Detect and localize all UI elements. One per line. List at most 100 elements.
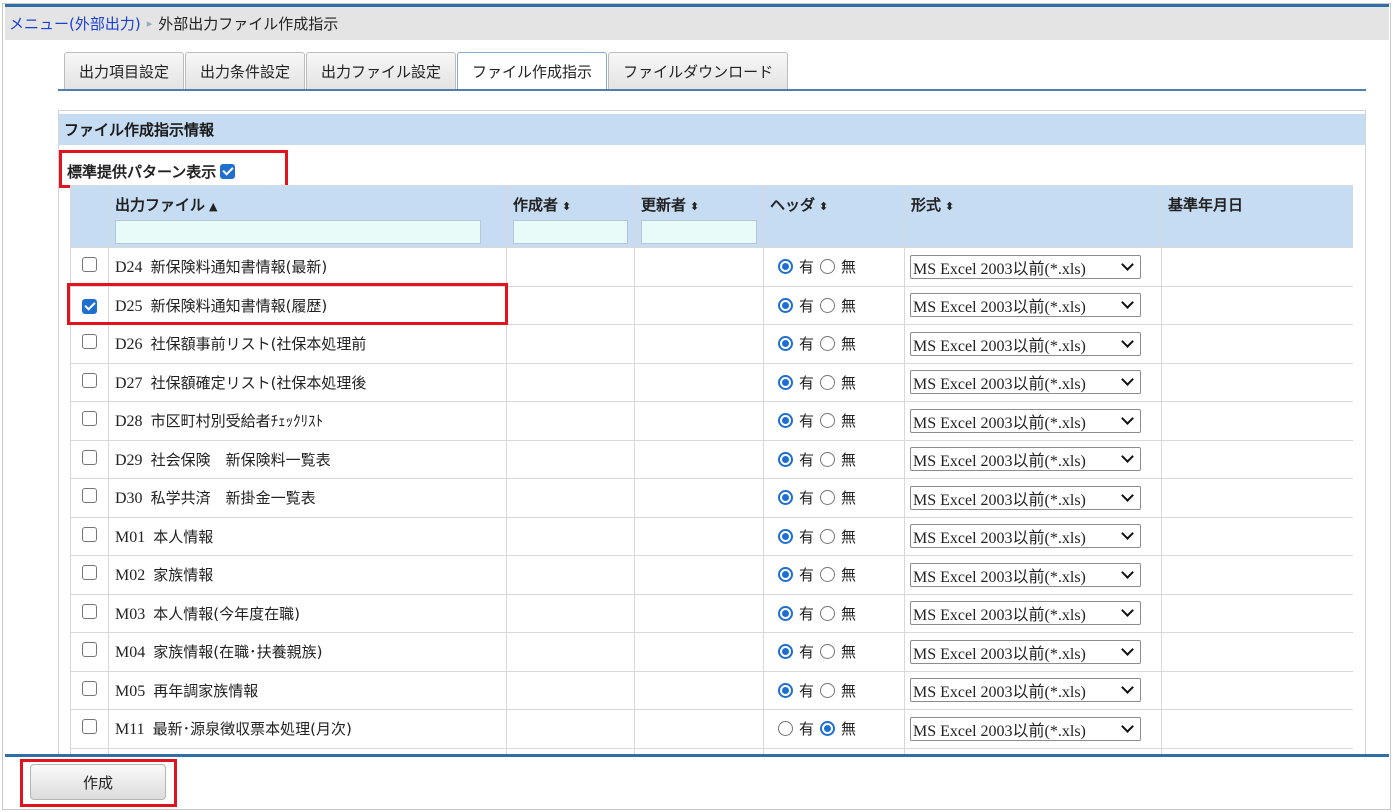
format-select[interactable]: MS Excel 2003以前(*.xls) xyxy=(910,639,1141,664)
row-select-checkbox[interactable] xyxy=(82,449,97,465)
header-yes-radio[interactable] xyxy=(778,682,793,698)
header-no-radio[interactable] xyxy=(820,336,836,352)
sort-icon: ⬍ xyxy=(819,200,829,213)
header-no-radio[interactable] xyxy=(820,528,836,544)
header-no-label: 無 xyxy=(841,604,857,623)
header-no-radio[interactable] xyxy=(820,644,836,660)
tab-file-creation[interactable]: ファイル作成指示 xyxy=(457,52,608,90)
row-select-checkbox[interactable] xyxy=(82,526,97,542)
format-select[interactable]: MS Excel 2003以前(*.xls) xyxy=(910,485,1141,510)
header-no-radio[interactable] xyxy=(820,490,836,506)
format-select[interactable]: MS Excel 2003以前(*.xls) xyxy=(910,524,1141,549)
filter-output-file-input[interactable] xyxy=(115,220,481,244)
header-yes-radio[interactable] xyxy=(778,567,793,583)
table-row[interactable]: D29 社会保険 新保険料一覧表 有 無 MS Excel 2003以前(*.xl… xyxy=(70,439,1353,479)
row-file-cell: D28 市区町村別受給者ﾁｪｯｸﾘｽﾄ xyxy=(108,401,507,441)
row-select-checkbox[interactable] xyxy=(82,719,97,735)
row-file-cell: M04 家族情報(在職･扶養親族) xyxy=(108,632,507,672)
section-title: ファイル作成指示情報 xyxy=(59,114,1365,145)
table-row[interactable]: D24 新保険料通知書情報(最新) 有 無 MS Excel 2003以前(*.x… xyxy=(70,247,1353,287)
file-table-container[interactable]: 出力ファイル ▲ 作成者 ⬍ 更新者 ⬍ ヘッダ ⬍ 形式 ⬍ 基準年月日 D2… xyxy=(70,185,1353,755)
tab-output-items[interactable]: 出力項目設定 xyxy=(64,52,185,90)
table-row[interactable]: D27 社保額確定リスト(社保本処理後 有 無 MS Excel 2003以前(*… xyxy=(70,362,1353,402)
format-select-value: MS Excel 2003以前(*.xls) xyxy=(913,299,1086,317)
row-select-checkbox[interactable] xyxy=(82,603,97,619)
header-no-radio[interactable] xyxy=(820,413,836,429)
format-select[interactable]: MS Excel 2003以前(*.xls) xyxy=(910,293,1141,318)
tab-output-file-settings[interactable]: 出力ファイル設定 xyxy=(306,52,457,90)
row-creator-cell xyxy=(506,555,635,595)
format-select[interactable]: MS Excel 2003以前(*.xls) xyxy=(910,254,1141,279)
table-row[interactable]: M04 家族情報(在職･扶養親族) 有 無 MS Excel 2003以前(*.x… xyxy=(70,632,1353,672)
header-format[interactable]: 形式 ⬍ xyxy=(904,185,1162,248)
header-yes-radio[interactable] xyxy=(778,721,793,737)
row-select-cell xyxy=(70,401,109,441)
table-row[interactable]: M11 最新･源泉徴収票本処理(月次) 有 無 MS Excel 2003以前(*… xyxy=(70,709,1353,749)
header-no-radio[interactable] xyxy=(820,297,836,313)
header-yes-radio[interactable] xyxy=(778,644,793,660)
header-yes-radio[interactable] xyxy=(778,605,793,621)
header-radio-group: 有 無 xyxy=(770,333,898,354)
chevron-down-icon xyxy=(1121,527,1134,541)
header-no-radio[interactable] xyxy=(820,374,836,390)
table-row[interactable]: M03 本人情報(今年度在職) 有 無 MS Excel 2003以前(*.xls… xyxy=(70,593,1353,633)
format-select[interactable]: MS Excel 2003以前(*.xls) xyxy=(910,562,1141,587)
row-select-checkbox[interactable] xyxy=(82,488,97,504)
table-row[interactable]: D26 社保額事前リスト(社保本処理前 有 無 MS Excel 2003以前(*… xyxy=(70,324,1353,364)
header-no-label: 無 xyxy=(841,450,857,469)
format-select[interactable]: MS Excel 2003以前(*.xls) xyxy=(910,331,1141,356)
row-select-checkbox[interactable] xyxy=(82,680,97,696)
header-no-radio[interactable] xyxy=(820,721,836,737)
row-updater-cell xyxy=(634,593,764,633)
header-updater[interactable]: 更新者 ⬍ xyxy=(634,185,764,248)
table-row[interactable]: D30 私学共済 新掛金一覧表 有 無 MS Excel 2003以前(*.xls… xyxy=(70,478,1353,518)
row-updater-cell xyxy=(634,362,764,402)
row-file-cell: D26 社保額事前リスト(社保本処理前 xyxy=(108,324,507,364)
row-select-cell xyxy=(70,516,109,556)
header-yes-radio[interactable] xyxy=(778,259,793,275)
header-creator[interactable]: 作成者 ⬍ xyxy=(506,185,635,248)
header-yes-radio[interactable] xyxy=(778,374,793,390)
header-yes-radio[interactable] xyxy=(778,490,793,506)
header-yes-radio[interactable] xyxy=(778,413,793,429)
format-select[interactable]: MS Excel 2003以前(*.xls) xyxy=(910,716,1141,741)
table-row[interactable]: M02 家族情報 有 無 MS Excel 2003以前(*.xls) xyxy=(70,555,1353,595)
header-no-radio[interactable] xyxy=(820,567,836,583)
breadcrumb-parent-link[interactable]: メニュー(外部出力) xyxy=(9,13,141,34)
format-select[interactable]: MS Excel 2003以前(*.xls) xyxy=(910,370,1141,395)
row-format-cell: MS Excel 2003以前(*.xls) xyxy=(904,247,1162,287)
filter-updater-input[interactable] xyxy=(641,220,757,244)
header-no-radio[interactable] xyxy=(820,605,836,621)
header-yes-radio[interactable] xyxy=(778,297,793,313)
filter-creator-input[interactable] xyxy=(513,220,628,244)
format-select-value: MS Excel 2003以前(*.xls) xyxy=(913,337,1086,355)
row-select-checkbox[interactable] xyxy=(82,257,97,273)
header-yes-radio[interactable] xyxy=(778,528,793,544)
header-no-radio[interactable] xyxy=(820,259,836,275)
tab-output-conditions[interactable]: 出力条件設定 xyxy=(185,52,306,90)
header-yes-label: 有 xyxy=(799,489,815,508)
format-select[interactable]: MS Excel 2003以前(*.xls) xyxy=(910,408,1141,433)
header-yes-radio[interactable] xyxy=(778,336,793,352)
header-yes-radio[interactable] xyxy=(778,451,793,467)
row-select-checkbox[interactable] xyxy=(82,565,97,581)
header-header-flag[interactable]: ヘッダ ⬍ xyxy=(763,185,905,248)
header-no-radio[interactable] xyxy=(820,451,836,467)
row-updater-cell xyxy=(634,555,764,595)
format-select[interactable]: MS Excel 2003以前(*.xls) xyxy=(910,601,1141,626)
row-format-cell: MS Excel 2003以前(*.xls) xyxy=(904,632,1162,672)
header-no-radio[interactable] xyxy=(820,682,836,698)
table-row[interactable]: D28 市区町村別受給者ﾁｪｯｸﾘｽﾄ 有 無 MS Excel 2003以前(*… xyxy=(70,401,1353,441)
format-select[interactable]: MS Excel 2003以前(*.xls) xyxy=(910,447,1141,472)
row-select-checkbox[interactable] xyxy=(82,411,97,427)
header-output-file[interactable]: 出力ファイル ▲ xyxy=(108,185,507,248)
header-yes-label: 有 xyxy=(799,643,815,662)
tab-file-download[interactable]: ファイルダウンロード xyxy=(608,52,789,90)
row-file-code: M05 xyxy=(115,682,146,700)
row-select-checkbox[interactable] xyxy=(82,642,97,658)
table-row[interactable]: M01 本人情報 有 無 MS Excel 2003以前(*.xls) xyxy=(70,516,1353,556)
table-row[interactable]: M05 再年調家族情報 有 無 MS Excel 2003以前(*.xls) xyxy=(70,670,1353,710)
row-select-checkbox[interactable] xyxy=(82,334,97,350)
row-select-checkbox[interactable] xyxy=(82,372,97,388)
format-select[interactable]: MS Excel 2003以前(*.xls) xyxy=(910,678,1141,703)
